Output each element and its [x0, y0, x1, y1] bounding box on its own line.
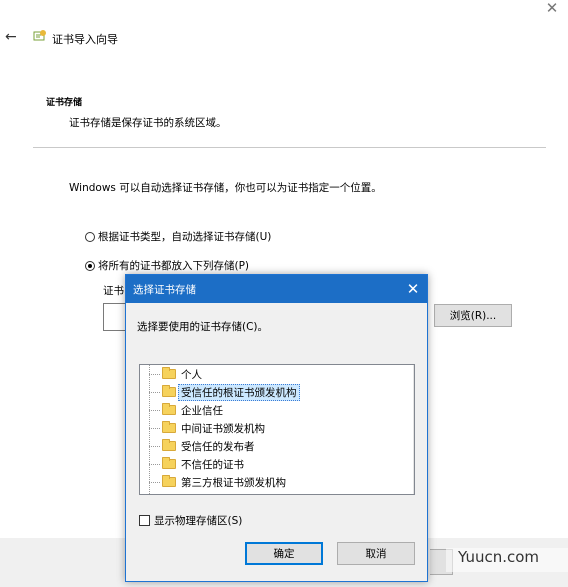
scroll-up-icon[interactable]: ▲ [414, 365, 415, 381]
tree-item-label: 个人 [181, 368, 202, 381]
section-description: 证书存储是保存证书的系统区域。 [69, 117, 227, 129]
folder-icon [162, 367, 176, 379]
folder-icon [162, 421, 176, 433]
section-heading: 证书存储 [46, 98, 83, 108]
cancel-button[interactable]: 取消 [337, 542, 415, 565]
tree-item-label: 第三方根证书颁发机构 [181, 476, 286, 489]
tree-item[interactable]: 个人 [162, 365, 202, 383]
dialog-titlebar: 选择证书存储 ✕ [126, 275, 427, 303]
tree-item[interactable]: 第三方根证书颁发机构 [162, 473, 286, 491]
show-physical-stores-option[interactable]: 显示物理存储区(S) [139, 513, 242, 528]
certificate-store-label: 证书 [103, 285, 124, 297]
manual-store-option[interactable]: 将所有的证书都放入下列存储(P) [85, 258, 249, 273]
dialog-close-button[interactable]: ✕ [403, 279, 423, 299]
tree-item-label: 中间证书颁发机构 [181, 422, 265, 435]
certificate-wizard-icon [33, 30, 46, 41]
folder-icon [162, 457, 176, 469]
watermark-text: Yuucn.com [458, 548, 540, 566]
show-physical-checkbox[interactable] [139, 515, 150, 526]
certificate-store-tree[interactable]: 个人 受信任的根证书颁发机构 企业信任 中间证书颁发机构 受信任的发布者 不信任… [139, 364, 415, 495]
back-arrow-icon[interactable]: ← [5, 29, 17, 45]
tree-item-selected[interactable]: 受信任的根证书颁发机构 [162, 383, 300, 401]
tree-guide-line [149, 365, 150, 494]
tree-scrollbar[interactable]: ▲ ▼ [413, 365, 415, 494]
tree-item-label: 受信任的根证书颁发机构 [178, 383, 300, 401]
tree-item[interactable]: 不信任的证书 [162, 455, 244, 473]
certificate-store-field[interactable] [103, 303, 126, 331]
wizard-title: 证书导入向导 [52, 33, 118, 46]
manual-store-radio[interactable] [85, 260, 95, 271]
auto-store-radio[interactable] [85, 231, 95, 242]
folder-icon [162, 439, 176, 451]
window-close-button[interactable]: ✕ [544, 0, 560, 16]
ok-button[interactable]: 确定 [245, 542, 323, 565]
browse-button[interactable]: 浏览(R)... [434, 304, 512, 327]
header-divider [33, 147, 546, 148]
scroll-down-icon[interactable]: ▼ [414, 478, 415, 494]
manual-store-label: 将所有的证书都放入下列存储(P) [98, 260, 250, 272]
folder-icon [162, 385, 176, 397]
auto-store-label: 根据证书类型，自动选择证书存储(U) [98, 231, 272, 243]
folder-icon [162, 403, 176, 415]
show-physical-label: 显示物理存储区(S) [154, 515, 243, 527]
select-certificate-store-dialog: 选择证书存储 ✕ 选择要使用的证书存储(C)。 个人 受信任的根证书颁发机构 企… [125, 274, 428, 582]
tree-item-label: 受信任的发布者 [181, 440, 255, 453]
tree-item-label: 企业信任 [181, 404, 223, 417]
auto-store-option[interactable]: 根据证书类型，自动选择证书存储(U) [85, 229, 271, 244]
folder-icon [162, 475, 176, 487]
tree-item[interactable]: 中间证书颁发机构 [162, 419, 265, 437]
tree-item-label: 不信任的证书 [181, 458, 244, 471]
dialog-prompt: 选择要使用的证书存储(C)。 [137, 321, 269, 333]
intro-text: Windows 可以自动选择证书存储，你也可以为证书指定一个位置。 [69, 182, 382, 194]
tree-item[interactable]: 受信任的发布者 [162, 437, 255, 455]
dialog-title: 选择证书存储 [133, 284, 196, 296]
tree-item[interactable]: 企业信任 [162, 401, 223, 419]
